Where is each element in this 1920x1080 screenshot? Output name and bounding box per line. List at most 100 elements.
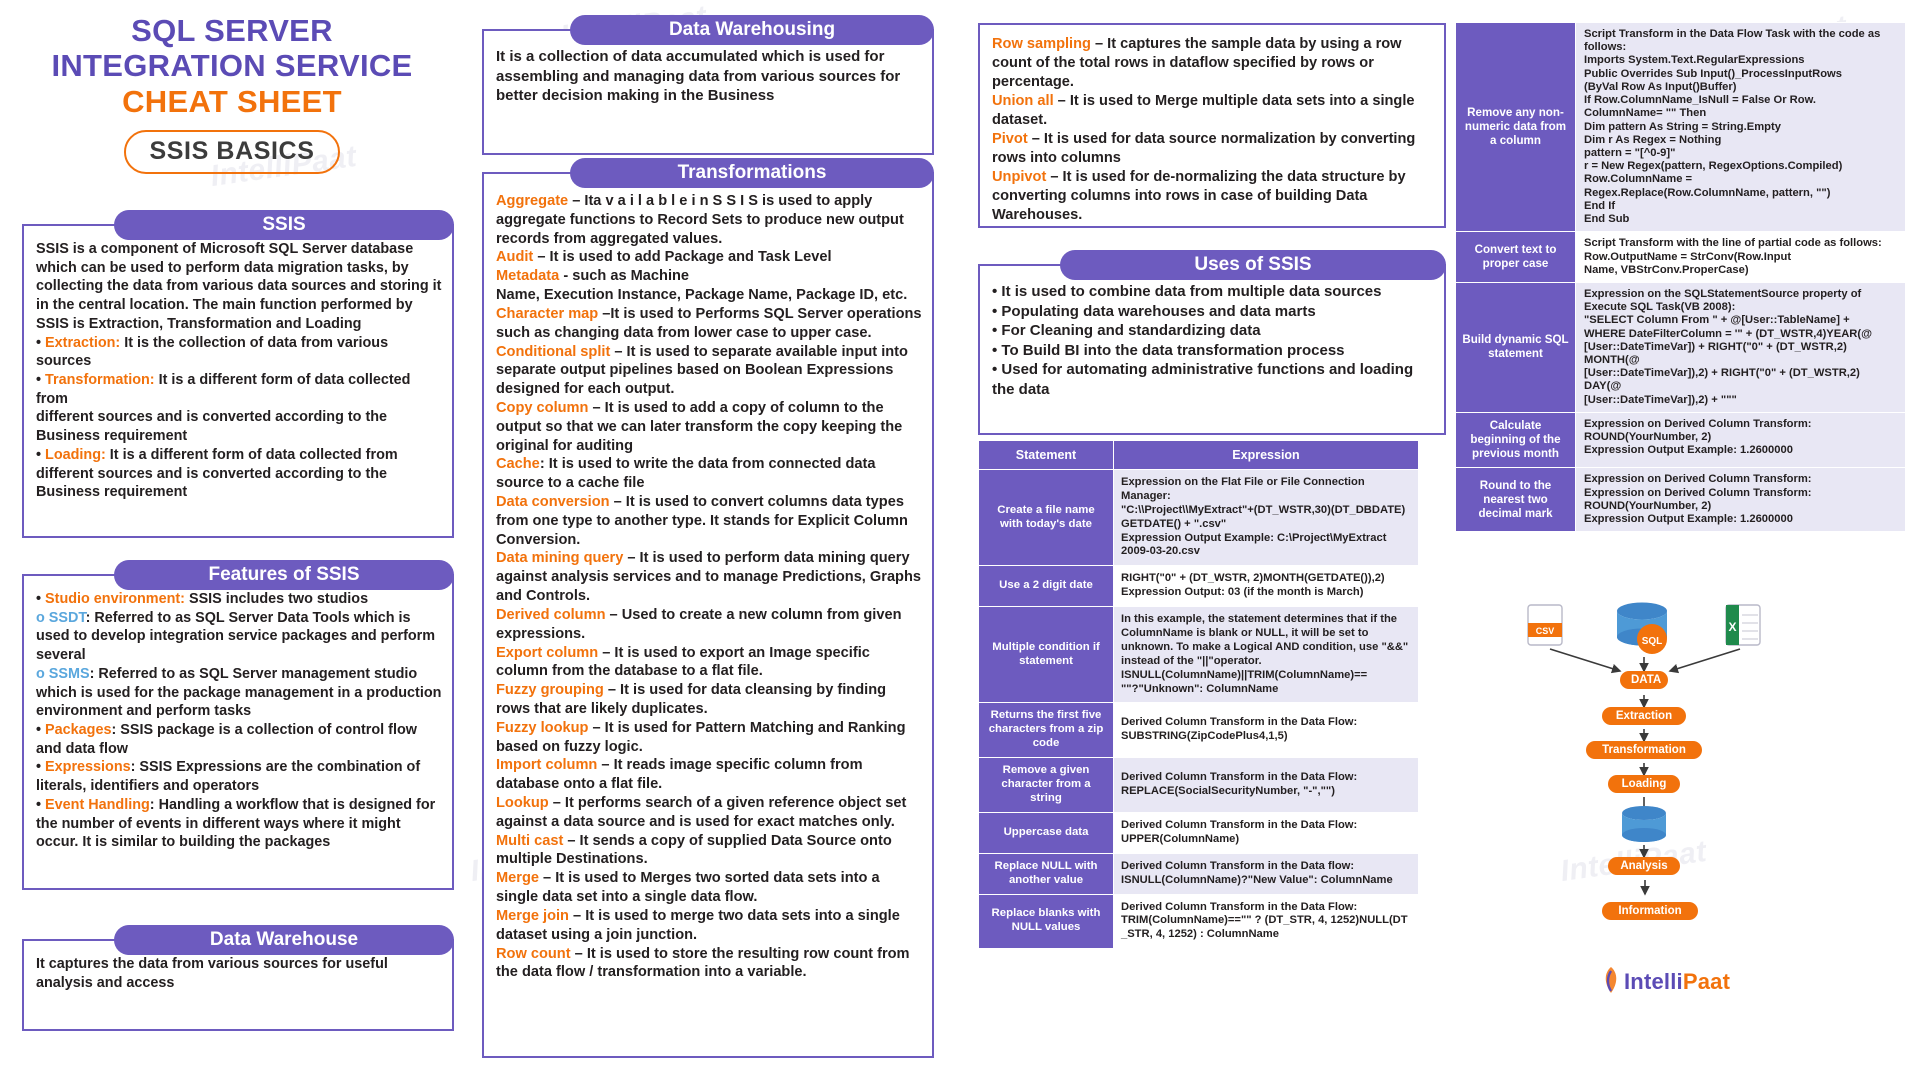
cell-statement: Uppercase data (978, 811, 1114, 854)
cell-code: Expression on Derived Column Transform: … (1575, 411, 1906, 469)
code-table-body: Remove any non-numeric data from a colum… (1455, 21, 1906, 533)
card-transformations-heading: Transformations (570, 158, 934, 188)
flow-node-data: DATA (1620, 671, 1668, 689)
cell-expression: Derived Column Transform in the Data flo… (1113, 852, 1419, 895)
title-line-3: CHEAT SHEET (122, 84, 342, 120)
csv-file-icon: CSV (1527, 604, 1563, 646)
flow-connectors: CSV SQL X (1527, 602, 1761, 859)
table-row: Convert text to proper case Script Transf… (1455, 231, 1906, 283)
page-title: SQL SERVER INTEGRATION SERVICE CHEAT SHE… (22, 13, 442, 175)
table-row: Build dynamic SQL statement Expression on… (1455, 281, 1906, 413)
card-data-warehousing-text: It is a collection of data accumulated w… (496, 48, 901, 104)
card-data-warehousing: Data Warehousing It is a collection of d… (482, 15, 934, 155)
cell-expression: Derived Column Transform in the Data Flo… (1113, 893, 1419, 950)
cell-statement: Create a file name with today's date (978, 468, 1114, 567)
excel-file-icon: X (1725, 604, 1761, 646)
flow-node-loading: Loading (1608, 775, 1680, 793)
card-row-sampling: Row sampling – It captures the sample da… (978, 23, 1446, 228)
cheatsheet-page: IntelliPaat IntelliPaat IntelliPaat Inte… (0, 0, 1920, 1080)
brand-logo: IntelliPaat (1598, 965, 1730, 995)
card-ssis-body: SSIS is a component of Microsoft SQL Ser… (22, 224, 454, 538)
cell-code: Script Transform in the Data Flow Task w… (1575, 21, 1906, 233)
svg-text:X: X (1728, 620, 1736, 634)
table-row: Remove any non-numeric data from a colum… (1455, 21, 1906, 233)
arrow-csv-to-data (1549, 648, 1622, 674)
cell-statement: Remove a given character from a string (978, 757, 1114, 813)
flow-node-analysis: Analysis (1608, 857, 1680, 875)
cell-label: Convert text to proper case (1455, 231, 1576, 283)
code-table: Remove any non-numeric data from a colum… (1455, 21, 1906, 533)
table-row: Uppercase data Derived Column Transform i… (978, 811, 1419, 854)
card-uses-body: • It is used to combine data from multip… (978, 264, 1446, 435)
card-data-warehousing-heading: Data Warehousing (570, 15, 934, 45)
cell-expression: RIGHT("0" + (DT_WSTR, 2)MONTH(GETDATE())… (1113, 565, 1419, 608)
cell-expression: Derived Column Transform in the Data Flo… (1113, 757, 1419, 813)
arrow-excel-to-data (1668, 648, 1741, 674)
flow-node-transformation: Transformation (1586, 741, 1702, 759)
table-row: Calculate beginning of the previous mont… (1455, 411, 1906, 469)
table-row: Multiple condition if statement In this e… (978, 606, 1419, 704)
cell-expression: Derived Column Transform in the Data Flo… (1113, 702, 1419, 759)
destination-database-icon (1622, 806, 1666, 842)
card-row-sampling-body: Row sampling – It captures the sample da… (978, 23, 1446, 228)
cell-code: Script Transform with the line of partia… (1575, 231, 1906, 283)
card-transformations-body: Aggregate – Ita v a i l a b l e i n S S … (482, 172, 934, 1058)
cell-expression: Derived Column Transform in the Data Flo… (1113, 811, 1419, 854)
cell-expression: Expression on the Flat File or File Conn… (1113, 468, 1419, 567)
card-transformations-text: Aggregate – Ita v a i l a b l e i n S S … (496, 193, 922, 981)
expression-table-body: Create a file name with today's date Expr… (978, 468, 1419, 950)
flow-node-extraction: Extraction (1602, 707, 1686, 725)
card-features-text: • Studio environment: SSIS includes two … (36, 591, 442, 851)
table-row: Create a file name with today's date Expr… (978, 468, 1419, 567)
column-header-statement: Statement (978, 440, 1114, 470)
card-data-warehouse-text: It captures the data from various source… (36, 956, 388, 991)
cell-statement: Multiple condition if statement (978, 606, 1114, 704)
column-header-expression: Expression (1113, 440, 1419, 470)
card-uses: Uses of SSIS • It is used to combine dat… (978, 250, 1446, 435)
card-ssis: SSIS SSIS is a component of Microsoft SQ… (22, 210, 454, 538)
cell-code: Expression on the SQLStatementSource pro… (1575, 281, 1906, 413)
table-row: Replace blanks with NULL values Derived C… (978, 893, 1419, 950)
cell-statement: Replace blanks with NULL values (978, 893, 1114, 950)
table-row: Remove a given character from a string De… (978, 757, 1419, 813)
etl-flow-diagram: CSV SQL X DATA Extraction Transformation… (1520, 595, 1850, 885)
cell-label: Build dynamic SQL statement (1455, 281, 1576, 413)
intellipaat-mark-icon (1605, 967, 1617, 993)
table-row: Round to the nearest two decimal mark Exp… (1455, 467, 1906, 533)
svg-text:CSV: CSV (1536, 626, 1555, 636)
brand-name-part1: Intelli (1624, 969, 1683, 994)
expression-table: Statement Expression Create a file name … (978, 440, 1419, 950)
brand-name-part2: Paat (1682, 969, 1731, 994)
title-line-1: SQL SERVER (131, 13, 333, 48)
card-data-warehouse-heading: Data Warehouse (114, 925, 454, 955)
cell-statement: Returns the first five characters from a… (978, 702, 1114, 759)
cell-code: Expression on Derived Column Transform: … (1575, 467, 1906, 533)
cell-label: Remove any non-numeric data from a colum… (1455, 21, 1576, 233)
table-row: Replace NULL with another value Derived C… (978, 852, 1419, 895)
card-uses-text: • It is used to combine data from multip… (992, 283, 1414, 398)
card-features: Features of SSIS • Studio environment: S… (22, 560, 454, 890)
cell-statement: Use a 2 digit date (978, 565, 1114, 608)
flow-node-information: Information (1602, 902, 1698, 920)
arrow-analysis-to-information (1640, 880, 1650, 896)
sql-database-icon: SQL (1617, 602, 1667, 654)
cell-statement: Replace NULL with another value (978, 852, 1114, 895)
card-data-warehouse: Data Warehouse It captures the data from… (22, 925, 454, 1031)
card-features-heading: Features of SSIS (114, 560, 454, 590)
card-uses-heading: Uses of SSIS (1060, 250, 1446, 280)
card-data-warehousing-body: It is a collection of data accumulated w… (482, 29, 934, 155)
title-line-2: INTEGRATION SERVICE (51, 47, 413, 83)
card-ssis-heading: SSIS (114, 210, 454, 240)
table-row: Returns the first five characters from a… (978, 702, 1419, 759)
table-header-row: Statement Expression (978, 440, 1419, 470)
subtitle-badge: SSIS BASICS (123, 130, 341, 175)
cell-label: Round to the nearest two decimal mark (1455, 467, 1576, 533)
svg-text:SQL: SQL (1642, 636, 1663, 647)
card-row-sampling-text: Row sampling – It captures the sample da… (992, 36, 1416, 223)
card-features-body: • Studio environment: SSIS includes two … (22, 574, 454, 890)
cell-label: Calculate beginning of the previous mont… (1455, 411, 1576, 469)
card-ssis-text: SSIS is a component of Microsoft SQL Ser… (36, 241, 442, 501)
cell-expression: In this example, the statement determine… (1113, 606, 1419, 704)
card-transformations: Transformations Aggregate – Ita v a i l … (482, 158, 934, 1058)
table-row: Use a 2 digit date RIGHT("0" + (DT_WSTR, … (978, 565, 1419, 608)
